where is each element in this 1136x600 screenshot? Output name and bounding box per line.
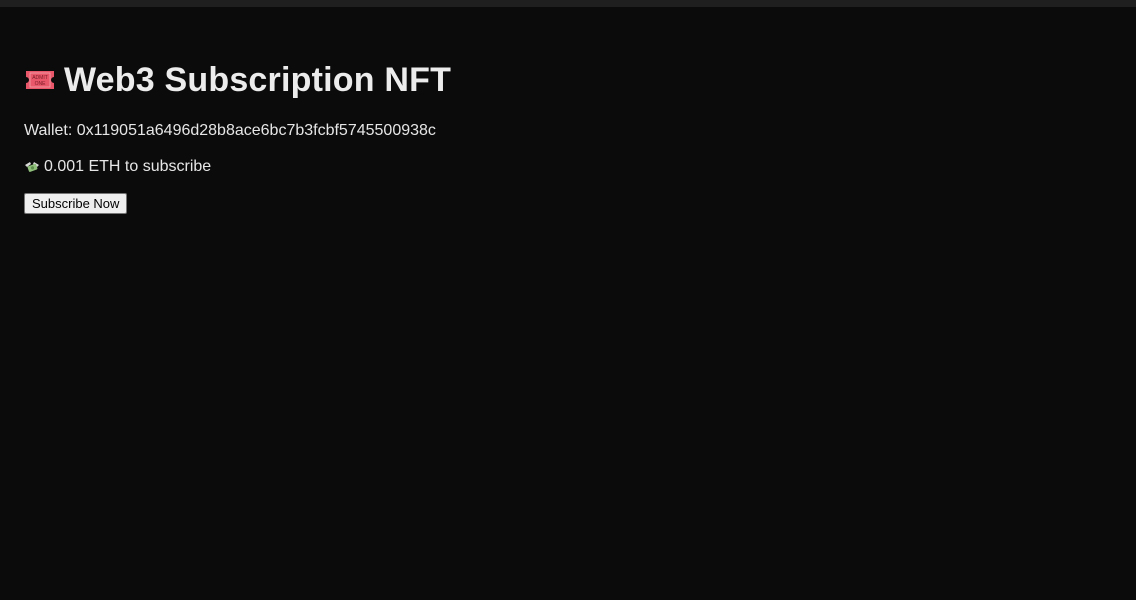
wallet-line: Wallet: 0x119051a6496d28b8ace6bc7b3fcbf5… [24,121,451,141]
page-header: ADMIT ONE Web3 Subscription NFT [24,60,451,100]
main-content: ADMIT ONE Web3 Subscription NFT Wallet: … [24,60,451,214]
price-text: 0.001 ETH to subscribe [44,158,212,175]
wallet-label: Wallet: [24,122,73,139]
admission-ticket-icon: ADMIT ONE [24,69,56,91]
subscribe-button[interactable]: Subscribe Now [24,193,128,214]
ticket-text-one: ONE [35,81,47,87]
browser-top-bar [0,0,1136,7]
price-line: 0.001 ETH to subscribe [24,157,451,177]
wallet-address: 0x119051a6496d28b8ace6bc7b3fcbf574550093… [76,122,436,139]
page-title: Web3 Subscription NFT [64,61,452,99]
money-with-wings-icon [24,159,40,175]
